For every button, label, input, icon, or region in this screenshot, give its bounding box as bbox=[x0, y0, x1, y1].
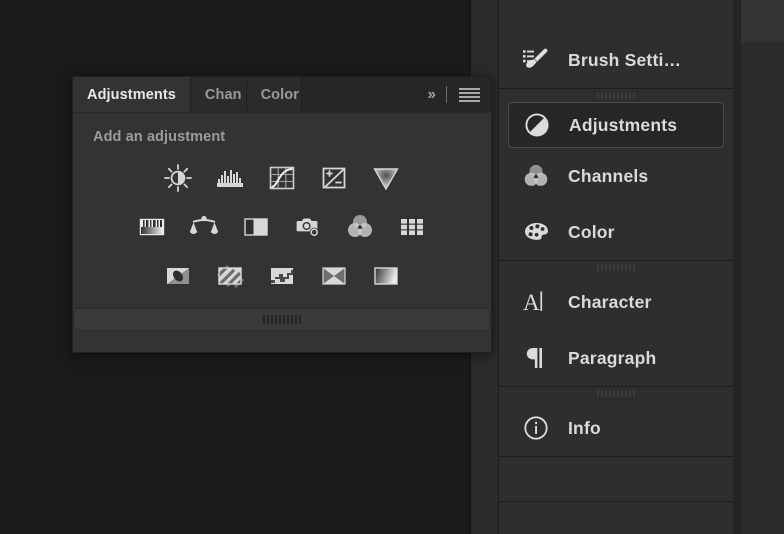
invert-icon[interactable] bbox=[161, 259, 195, 293]
gradient-map-icon[interactable] bbox=[369, 259, 403, 293]
svg-text:A: A bbox=[523, 290, 540, 315]
adjustments-panel-body: Add an adjustment bbox=[73, 113, 491, 331]
grip-dashes bbox=[597, 390, 635, 397]
dock-item-channels-label: Channels bbox=[568, 165, 649, 186]
dock-scroll-rail[interactable] bbox=[733, 0, 741, 534]
tab-channels-label: Chan bbox=[204, 86, 242, 103]
tab-color-label: Color bbox=[260, 86, 299, 103]
adjustments-half-circle-icon bbox=[522, 110, 552, 140]
channel-mixer-venn-icon[interactable] bbox=[343, 210, 377, 244]
black-and-white-icon[interactable] bbox=[239, 210, 273, 244]
dock-group-info: Info bbox=[499, 387, 733, 457]
dock-item-paragraph[interactable]: Paragraph bbox=[499, 330, 733, 386]
dock-group-brushes: Brush Setti… bbox=[499, 0, 733, 89]
grip-dashes bbox=[597, 264, 635, 271]
dock-item-adjustments-label: Adjustments bbox=[569, 114, 678, 135]
color-lookup-grid-icon[interactable] bbox=[395, 210, 429, 244]
tab-bar-controls: ›› bbox=[421, 77, 491, 112]
tab-adjustments-label: Adjustments bbox=[87, 86, 176, 103]
selective-color-icon[interactable] bbox=[317, 259, 351, 293]
dock-item-brushes[interactable] bbox=[499, 0, 733, 32]
color-palette-icon bbox=[521, 217, 551, 247]
dock-collapsed-strip[interactable] bbox=[741, 0, 784, 534]
brushes-icon bbox=[521, 0, 551, 12]
brush-settings-icon bbox=[521, 45, 551, 75]
dock-empty-area bbox=[499, 457, 733, 501]
dock-group-type: A Character Paragraph bbox=[499, 261, 733, 387]
dock-group-grip-info[interactable] bbox=[499, 387, 733, 400]
dock-item-info-label: Info bbox=[568, 417, 601, 438]
exposure-icon[interactable] bbox=[317, 161, 351, 195]
panel-tab-bar: Adjustments Chan Color ›› bbox=[73, 77, 491, 113]
dock-item-adjustments[interactable]: Adjustments bbox=[508, 102, 724, 148]
levels-histogram-icon[interactable] bbox=[213, 161, 247, 195]
dock-item-brush-settings[interactable]: Brush Setti… bbox=[499, 32, 733, 88]
tab-channels[interactable]: Chan bbox=[190, 77, 247, 112]
right-dock: Brush Setti… Adjustments Channels Color … bbox=[498, 0, 733, 534]
chevron-double-right-icon[interactable]: ›› bbox=[421, 86, 444, 103]
hue-saturation-icon[interactable] bbox=[135, 210, 169, 244]
curves-icon[interactable] bbox=[265, 161, 299, 195]
adjustments-floating-panel: Adjustments Chan Color ›› Add an adjustm… bbox=[72, 76, 492, 353]
threshold-icon[interactable] bbox=[265, 259, 299, 293]
dock-item-paragraph-label: Paragraph bbox=[568, 347, 657, 368]
color-balance-scales-icon[interactable] bbox=[187, 210, 221, 244]
dock-item-brush-settings-label: Brush Setti… bbox=[568, 49, 682, 70]
dock-item-character[interactable]: A Character bbox=[499, 274, 733, 330]
panel-menu-hamburger-icon[interactable] bbox=[459, 87, 480, 102]
grip-dashes bbox=[263, 314, 301, 324]
vibrance-triangle-icon[interactable] bbox=[369, 161, 403, 195]
dock-item-channels[interactable]: Channels bbox=[499, 148, 733, 204]
photoshop-workspace: Adjustments Chan Color ›› Add an adjustm… bbox=[0, 0, 784, 534]
paragraph-pilcrow-icon bbox=[521, 343, 551, 373]
dock-group-grip-type[interactable] bbox=[499, 261, 733, 274]
brightness-contrast-icon[interactable] bbox=[161, 161, 195, 195]
tab-color[interactable]: Color bbox=[246, 77, 302, 112]
tab-bar-divider bbox=[446, 86, 447, 103]
adjustment-row-1 bbox=[73, 153, 491, 202]
character-a-icon: A bbox=[521, 287, 551, 317]
dock-group-adjustments: Adjustments Channels Color bbox=[499, 89, 733, 261]
photo-filter-camera-icon[interactable] bbox=[291, 210, 325, 244]
panel-resize-grip[interactable] bbox=[75, 308, 489, 329]
dock-item-info[interactable]: Info bbox=[499, 400, 733, 456]
channels-venn-icon bbox=[521, 161, 551, 191]
adjustment-row-3 bbox=[73, 251, 491, 300]
dock-item-character-label: Character bbox=[568, 291, 652, 312]
dock-collapsed-strip-header bbox=[741, 0, 784, 42]
dock-item-color[interactable]: Color bbox=[499, 204, 733, 260]
info-circle-icon bbox=[521, 413, 551, 443]
dock-group-grip-adjustments[interactable] bbox=[499, 89, 733, 102]
panel-title: Add an adjustment bbox=[93, 129, 226, 145]
adjustment-row-2 bbox=[73, 202, 491, 251]
tab-adjustments[interactable]: Adjustments bbox=[73, 77, 191, 112]
posterize-icon[interactable] bbox=[213, 259, 247, 293]
dock-group-empty bbox=[499, 457, 733, 502]
adjustment-icon-grid bbox=[73, 145, 491, 300]
grip-dashes bbox=[597, 92, 635, 99]
dock-item-color-label: Color bbox=[568, 221, 615, 242]
